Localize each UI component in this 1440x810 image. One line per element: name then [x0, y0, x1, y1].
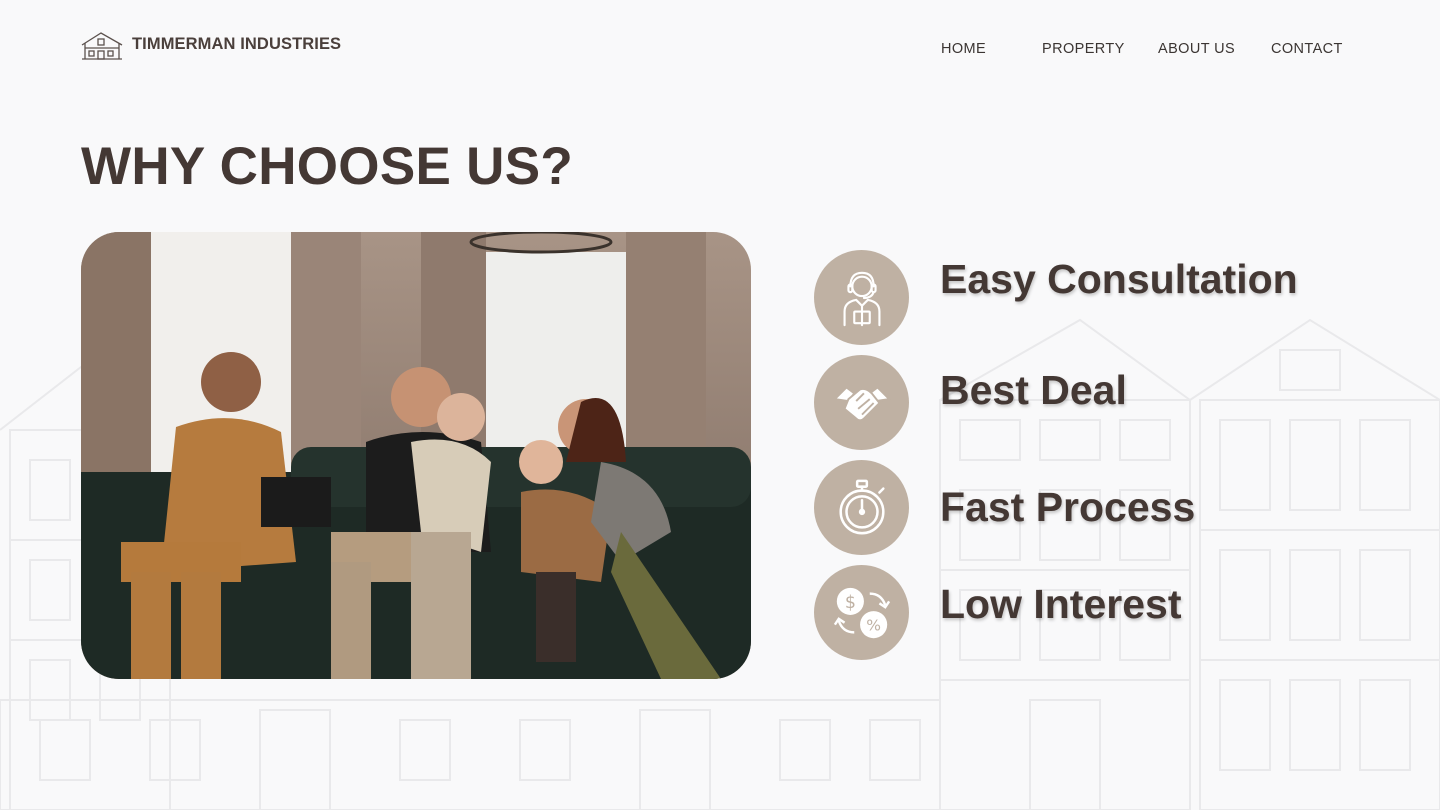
house-outline-icon [81, 32, 123, 60]
stopwatch-icon [838, 479, 885, 534]
icon-circle [814, 355, 909, 450]
feature-easy-consultation: Easy Consultation [814, 250, 1298, 345]
dollar-percent-exchange-icon: $ % [833, 587, 890, 638]
nav-contact[interactable]: CONTACT [1271, 41, 1343, 57]
feature-label: Fast Process [940, 484, 1196, 530]
handshake-icon [832, 385, 891, 421]
nav-property[interactable]: PROPERTY [1042, 41, 1125, 57]
icon-circle [814, 460, 909, 555]
brand-name: TIMMERMAN INDUSTRIES [132, 34, 342, 53]
nav-about-us[interactable]: ABOUT US [1158, 41, 1235, 57]
feature-label: Best Deal [940, 367, 1127, 413]
feature-label: Low Interest [940, 581, 1182, 627]
brand-logo[interactable]: TIMMERMAN INDUSTRIES [81, 31, 341, 61]
feature-best-deal: Best Deal [814, 355, 1127, 450]
svg-text:$: $ [844, 593, 855, 613]
page-title: WHY CHOOSE US? [81, 137, 574, 196]
icon-circle: $ % [814, 565, 909, 660]
site-header: TIMMERMAN INDUSTRIES HOME PROPERTY ABOUT… [0, 0, 1440, 100]
svg-text:%: % [866, 616, 881, 634]
feature-label: Easy Consultation [940, 256, 1298, 302]
nav-home[interactable]: HOME [941, 41, 986, 57]
feature-fast-process: Fast Process [814, 460, 1195, 555]
family-consultation-photo [81, 232, 751, 679]
icon-circle [814, 250, 909, 345]
consultant-headset-icon [842, 271, 881, 326]
feature-low-interest: $ % Low Interest [814, 565, 1181, 660]
